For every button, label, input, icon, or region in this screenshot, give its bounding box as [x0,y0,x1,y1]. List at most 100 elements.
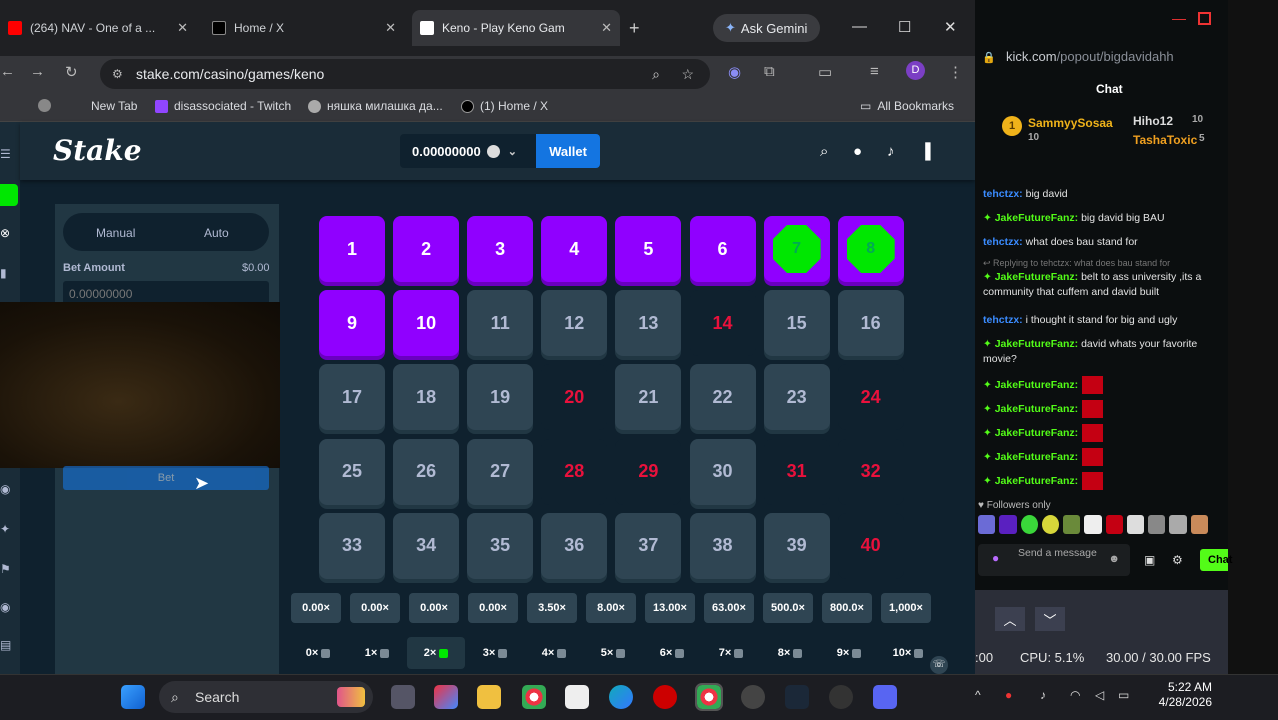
emote-icon[interactable] [1041,515,1060,534]
chrome-apps-icon[interactable] [38,99,57,112]
blog-icon[interactable]: ▤ [0,638,11,652]
sidebar-toggle-icon[interactable]: ▐ [920,143,931,160]
maximize-button[interactable]: ☐ [898,18,911,36]
microphone-icon[interactable]: ● [992,552,999,565]
opera-icon[interactable] [653,685,677,709]
tab-keno[interactable]: Keno - Play Keno Gam ✕ [412,10,620,46]
casino-icon[interactable] [0,184,18,206]
zoom-icon[interactable]: ⌕ [652,66,660,83]
keno-tile-35[interactable]: 35 [467,512,534,579]
new-tab-button[interactable]: + [629,18,640,39]
close-tab-icon[interactable]: ✕ [177,20,188,36]
discord-icon[interactable] [873,685,897,709]
volume-icon[interactable]: ◁ [1095,688,1104,702]
keno-tile-6[interactable]: 6 [689,216,756,282]
obs-icon[interactable] [829,685,853,709]
chrome-active-icon[interactable] [695,683,723,711]
wallet-button[interactable]: Wallet [536,134,600,168]
keno-tile-12[interactable]: 12 [541,290,608,357]
keno-tile-11[interactable]: 11 [467,290,534,357]
menu-dots-icon[interactable]: ⋮ [948,63,963,81]
keno-tile-24[interactable]: 24 [837,364,904,431]
emote-icon[interactable] [999,515,1017,534]
affiliate-icon[interactable]: ⚑ [0,562,11,576]
chat-username[interactable]: JakeFutureFanz: [995,403,1078,415]
leader-name[interactable]: SammyySosaa [1028,116,1113,130]
emote-icon[interactable] [1084,515,1102,534]
site-info-icon[interactable]: ⚙ [112,67,123,81]
microphone-tray-icon[interactable]: ♪ [1040,688,1046,702]
arrow-up-icon[interactable]: ︿ [995,607,1025,631]
keno-tile-5[interactable]: 5 [615,216,682,282]
keno-tile-26[interactable]: 26 [393,438,460,505]
chat-username[interactable]: tehctzx: [983,314,1023,326]
keno-tile-13[interactable]: 13 [615,290,682,357]
keno-tile-28[interactable]: 28 [541,438,608,505]
close-window-button[interactable]: ✕ [944,18,957,36]
chat-send-button[interactable]: Chat [1200,549,1232,571]
back-icon[interactable]: ← [0,63,15,80]
chat-username[interactable]: tehctzx: [983,236,1023,248]
steam-icon[interactable] [785,685,809,709]
leader-name[interactable]: TashaToxic [1133,133,1197,147]
forward-icon[interactable]: → [30,63,45,80]
settings-gear-icon[interactable]: ⚙ [1172,553,1183,567]
emote-bar[interactable] [978,515,1208,537]
address-bar[interactable]: ⚙ stake.com/casino/games/keno ⌕ ☆ [100,59,710,89]
emote-icon[interactable] [1148,515,1166,534]
edge-icon[interactable] [609,685,633,709]
menu-icon[interactable]: ☰ [0,147,11,161]
keno-tile-2[interactable]: 2 [393,216,460,282]
chat-username[interactable]: JakeFutureFanz: [995,427,1078,439]
keno-tile-4[interactable]: 4 [541,216,608,282]
leader-name[interactable]: Hiho12 [1133,114,1173,128]
keno-tile-10[interactable]: 10 [393,290,460,357]
chrome-icon[interactable] [522,685,546,709]
support-chat-icon[interactable]: ☏ [930,656,948,674]
vip-icon[interactable]: ◉ [0,600,10,614]
emote-icon[interactable] [1063,515,1081,534]
keno-tile-34[interactable]: 34 [393,512,460,579]
chat-username[interactable]: JakeFutureFanz: [995,451,1078,463]
file-explorer-icon[interactable] [477,685,501,709]
taskbar-clock[interactable]: 5:22 AM 4/28/2026 [1150,680,1212,710]
chat-username[interactable]: JakeFutureFanz: [995,271,1078,283]
close-tab-icon[interactable]: ✕ [601,20,612,36]
ask-gemini-button[interactable]: ✦ Ask Gemini [713,14,820,42]
emote-icon[interactable] [1190,515,1208,534]
media-controls-icon[interactable]: ≡ [870,63,879,80]
emoji-icon[interactable]: ☻ [1108,553,1120,566]
keno-tile-8[interactable]: 8 [837,216,904,282]
keno-tile-20[interactable]: 20 [541,364,608,431]
bookmark-twitch[interactable]: disassociated - Twitch [155,99,291,113]
emote-icon[interactable] [978,515,996,534]
keno-tile-27[interactable]: 27 [467,438,534,505]
bet-button[interactable]: Bet [63,466,269,490]
bookmark-star-icon[interactable]: ☆ [681,66,694,83]
extension-icon[interactable]: ◉ [728,63,741,81]
emote-icon[interactable] [1105,515,1123,534]
keno-tile-15[interactable]: 15 [763,290,830,357]
keno-tile-38[interactable]: 38 [689,512,756,579]
balance-selector[interactable]: 0.00000000 ⌄ [400,134,536,168]
keno-tile-21[interactable]: 21 [615,364,682,431]
tray-chevron-icon[interactable]: ^ [975,688,981,702]
user-icon[interactable]: ● [853,143,862,160]
bookmark-x-home[interactable]: (1) Home / X [461,99,548,113]
tab-x-home[interactable]: Home / X ✕ [204,14,404,42]
keno-tile-25[interactable]: 25 [319,438,385,505]
keno-tile-14[interactable]: 14 [689,290,756,357]
keno-tile-17[interactable]: 17 [319,364,385,431]
gift-icon[interactable]: ▣ [1144,553,1155,567]
battery-icon[interactable]: ▭ [1118,688,1129,702]
emote-icon[interactable] [1169,515,1187,534]
keno-tile-3[interactable]: 3 [467,216,534,282]
keno-tile-16[interactable]: 16 [837,290,904,357]
tray-app-icon[interactable]: ● [1005,688,1012,702]
chat-username[interactable]: JakeFutureFanz: [995,379,1078,391]
chat-username[interactable]: JakeFutureFanz: [995,475,1078,487]
auto-tab[interactable]: Auto [204,226,229,240]
puzzle-extensions-icon[interactable]: ⧉ [764,63,775,80]
store-icon[interactable] [565,685,589,709]
chat-username[interactable]: JakeFutureFanz: [995,338,1078,350]
